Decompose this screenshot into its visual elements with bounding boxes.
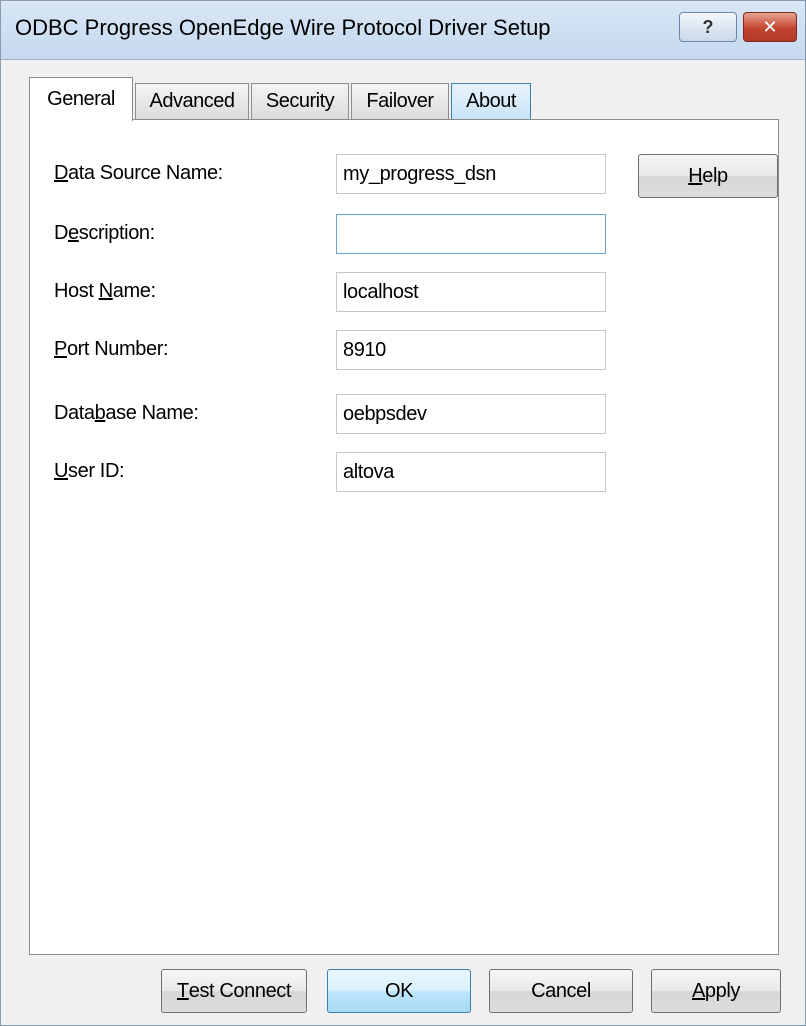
tab-about[interactable]: About (451, 83, 531, 119)
cancel-button[interactable]: Cancel (489, 969, 633, 1013)
tab-security-label: Security (265, 90, 335, 112)
tab-failover-label: Failover (366, 90, 434, 112)
tab-advanced[interactable]: Advanced (135, 83, 249, 119)
user-id-field[interactable] (336, 452, 606, 492)
close-button[interactable]: ✕ (743, 12, 797, 42)
host-name-label: Host Name: (54, 280, 156, 302)
dialog-window: ODBC Progress OpenEdge Wire Protocol Dri… (0, 0, 806, 1026)
tab-general-label: General (47, 88, 115, 110)
ok-button[interactable]: OK (327, 969, 471, 1013)
data-source-name-field[interactable] (336, 154, 606, 194)
tab-security[interactable]: Security (251, 83, 349, 119)
description-label: Description: (54, 222, 155, 244)
test-connect-button[interactable]: Test Connect (161, 969, 307, 1013)
host-name-field[interactable] (336, 272, 606, 312)
port-number-field[interactable] (336, 330, 606, 370)
general-tab-panel: Data Source Name: Help Description: Host… (29, 119, 779, 955)
tab-failover[interactable]: Failover (351, 83, 449, 119)
tab-about-label: About (466, 90, 516, 112)
close-icon: ✕ (762, 16, 778, 37)
description-field[interactable] (336, 214, 606, 254)
apply-button[interactable]: Apply (651, 969, 781, 1013)
title-bar[interactable]: ODBC Progress OpenEdge Wire Protocol Dri… (1, 1, 805, 60)
help-button[interactable]: Help (638, 154, 778, 198)
database-name-label: Database Name: (54, 402, 199, 424)
tab-general[interactable]: General (29, 77, 133, 121)
user-id-label: User ID: (54, 460, 125, 482)
data-source-name-label: Data Source Name: (54, 162, 223, 184)
window-title: ODBC Progress OpenEdge Wire Protocol Dri… (15, 15, 551, 40)
help-title-button[interactable]: ? (679, 12, 737, 42)
tab-advanced-label: Advanced (149, 90, 235, 112)
question-mark-icon: ? (702, 16, 714, 37)
port-number-label: Port Number: (54, 338, 169, 360)
database-name-field[interactable] (336, 394, 606, 434)
